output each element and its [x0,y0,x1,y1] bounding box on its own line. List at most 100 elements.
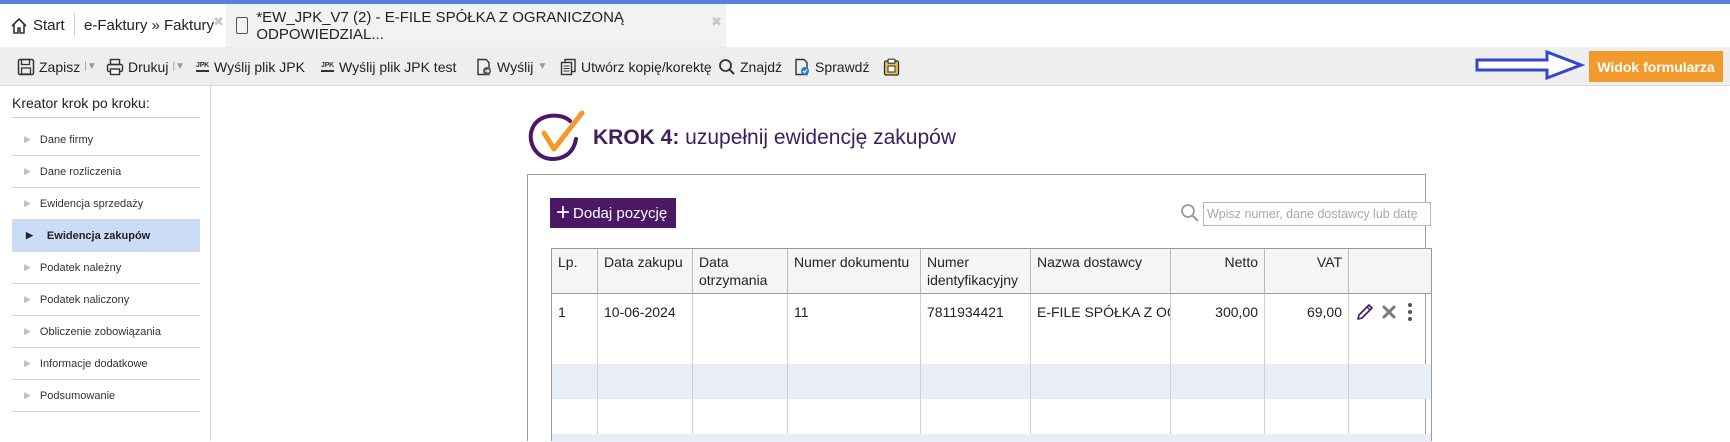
tab-separator [74,13,75,37]
check-document-icon [795,58,809,75]
sidebar-item-label: Ewidencja zakupów [46,229,151,242]
sidebar-item-label: Podatek należny [39,261,122,274]
plus-icon: + [556,199,571,226]
triangle-right-icon: ▶ [24,294,31,304]
cell-data-zakupu: 10-06-2024 [598,294,693,329]
sidebar-item-label: Podsumowanie [39,389,116,402]
create-copy-button[interactable]: Utwórz kopię/korektę [560,47,712,86]
table-row-empty [552,399,1431,434]
arrow-right-icon [1475,49,1585,81]
checkmark-logo-icon [528,110,585,162]
triangle-right-icon: ▶ [24,134,31,144]
cell-vat: 69,00 [1265,294,1349,329]
sidebar-item-ewidencja-sprzedazy[interactable]: ▶ Ewidencja sprzedaży [12,188,200,220]
clipboard-button[interactable] [883,47,900,86]
triangle-right-icon: ▶ [24,198,31,208]
tab-e-faktury-label: e-Faktury » Faktury [84,17,215,34]
printer-icon [106,58,124,75]
chevron-down-icon[interactable]: |▼ [84,61,97,72]
pencil-icon[interactable] [1355,302,1375,322]
column-header-nazwa-dostawcy[interactable]: Nazwa dostawcy [1031,249,1171,294]
send-jpk-label: Wyślij plik JPK [214,58,305,75]
form-view-button[interactable]: Widok formularza [1589,51,1723,82]
sidebar-item-label: Obliczenie zobowiązania [39,325,161,338]
column-header-data-otrzymania[interactable]: Data otrzymania [693,249,788,294]
sidebar-item-podsumowanie[interactable]: ▶ Podsumowanie [12,380,200,412]
floppy-disk-icon [17,58,35,75]
sidebar-item-label: Podatek naliczony [39,293,130,306]
sidebar-item-label: Informacje dodatkowe [39,357,148,370]
find-label: Znajdź [740,58,783,75]
page-title: KROK 4: uzupełnij ewidencję zakupów [593,126,956,150]
sidebar-item-obliczenie-zobowiazania[interactable]: ▶ Obliczenie zobowiązania [12,316,200,348]
column-header-actions [1349,249,1431,294]
tab-ew-jpk[interactable]: *EW_JPK_V7 (2) - E-FILE SPÓŁKA Z OGRANIC… [226,4,726,47]
triangle-right-icon: ▶ [26,230,33,240]
column-header-lp[interactable]: Lp. [552,249,598,294]
column-header-vat[interactable]: VAT [1265,249,1349,294]
cell-data-otrzymania [693,294,788,329]
column-header-netto[interactable]: Netto [1171,249,1265,294]
divider [12,117,200,118]
search-input[interactable] [1203,202,1431,226]
cell-netto: 300,00 [1171,294,1265,329]
sidebar-item-dane-firmy[interactable]: ▶ Dane firmy [12,124,200,156]
triangle-right-icon: ▶ [24,358,31,368]
send-jpk-test-button[interactable]: JPK Wyślij plik JPK test [321,47,456,86]
column-header-numer-dokumentu[interactable]: Numer dokumentu [788,249,921,294]
cell-lp: 1 [552,294,598,329]
tab-start[interactable]: Start [10,4,72,47]
search-icon [719,58,735,75]
sidebar-item-label: Ewidencja sprzedaży [39,197,144,210]
toolbar: Zapisz |▼ Drukuj |▼ JPK Wyślij plik JPK … [0,47,1730,86]
sidebar-item-informacje-dodatkowe[interactable]: ▶ Informacje dodatkowe [12,348,200,380]
sidebar-item-podatek-nalezny[interactable]: ▶ Podatek należny [12,252,200,284]
check-label: Sprawdź [815,58,870,75]
table-row-empty [552,364,1431,399]
row-actions [1355,294,1414,329]
step-number: KROK 4: [593,126,680,149]
triangle-right-icon: ▶ [24,262,31,272]
copy-icon [560,58,576,75]
column-header-numer-identyfikacyjny[interactable]: Numer identyfikacyjny [921,249,1031,294]
close-icon[interactable]: ✖ [711,14,722,30]
sidebar-item-label: Dane rozliczenia [39,165,122,178]
add-item-label: Dodaj pozycję [573,204,668,222]
triangle-right-icon: ▶ [24,326,31,336]
sidebar-item-ewidencja-zakupow[interactable]: ▶ Ewidencja zakupów [12,220,200,252]
create-copy-label: Utwórz kopię/korektę [581,58,712,75]
table-row-empty [552,329,1431,364]
search-icon [1181,204,1199,222]
wizard-sidebar: Kreator krok po kroku: ▶ Dane firmy ▶ Dane… [4,86,211,441]
save-button[interactable]: Zapisz |▼ [17,47,97,86]
triangle-right-icon: ▶ [24,390,31,400]
print-button[interactable]: Drukuj |▼ [106,47,185,86]
cell-numer-dokumentu: 11 [788,294,921,329]
send-jpk-button[interactable]: JPK Wyślij plik JPK [196,47,305,86]
table-row[interactable]: 1 10-06-2024 11 7811934421 E-FILE SPÓŁKA… [552,294,1431,329]
delete-icon[interactable] [1381,304,1397,320]
clipboard-icon [883,58,900,76]
step-description: uzupełnij ewidencję zakupów [679,126,957,149]
column-header-data-zakupu[interactable]: Data zakupu [598,249,693,294]
sidebar-title: Kreator krok po kroku: [12,95,150,111]
sidebar-item-dane-rozliczenia[interactable]: ▶ Dane rozliczenia [12,156,200,188]
chevron-down-icon[interactable]: ▼ [537,61,547,72]
send-button[interactable]: Wyślij ▼ [475,47,547,86]
send-jpk-test-label: Wyślij plik JPK test [339,58,457,75]
add-item-button[interactable]: + Dodaj pozycję [550,198,676,228]
tab-start-label: Start [33,17,65,34]
home-icon [11,17,27,34]
send-label: Wyślij [497,58,534,75]
purchase-table: Lp. Data zakupu Data otrzymania Numer do… [551,248,1432,442]
find-button[interactable]: Znajdź [718,47,782,86]
save-label: Zapisz [39,58,81,75]
close-icon[interactable]: ✖ [213,14,224,30]
print-label: Drukuj [128,58,169,75]
tab-e-faktury[interactable]: e-Faktury » Faktury [84,4,220,47]
sidebar-item-podatek-naliczony[interactable]: ▶ Podatek naliczony [12,284,200,316]
more-vertical-icon[interactable] [1406,302,1414,322]
check-button[interactable]: Sprawdź [794,47,869,86]
jpk-icon: JPK [321,62,334,72]
chevron-down-icon[interactable]: |▼ [172,61,185,72]
